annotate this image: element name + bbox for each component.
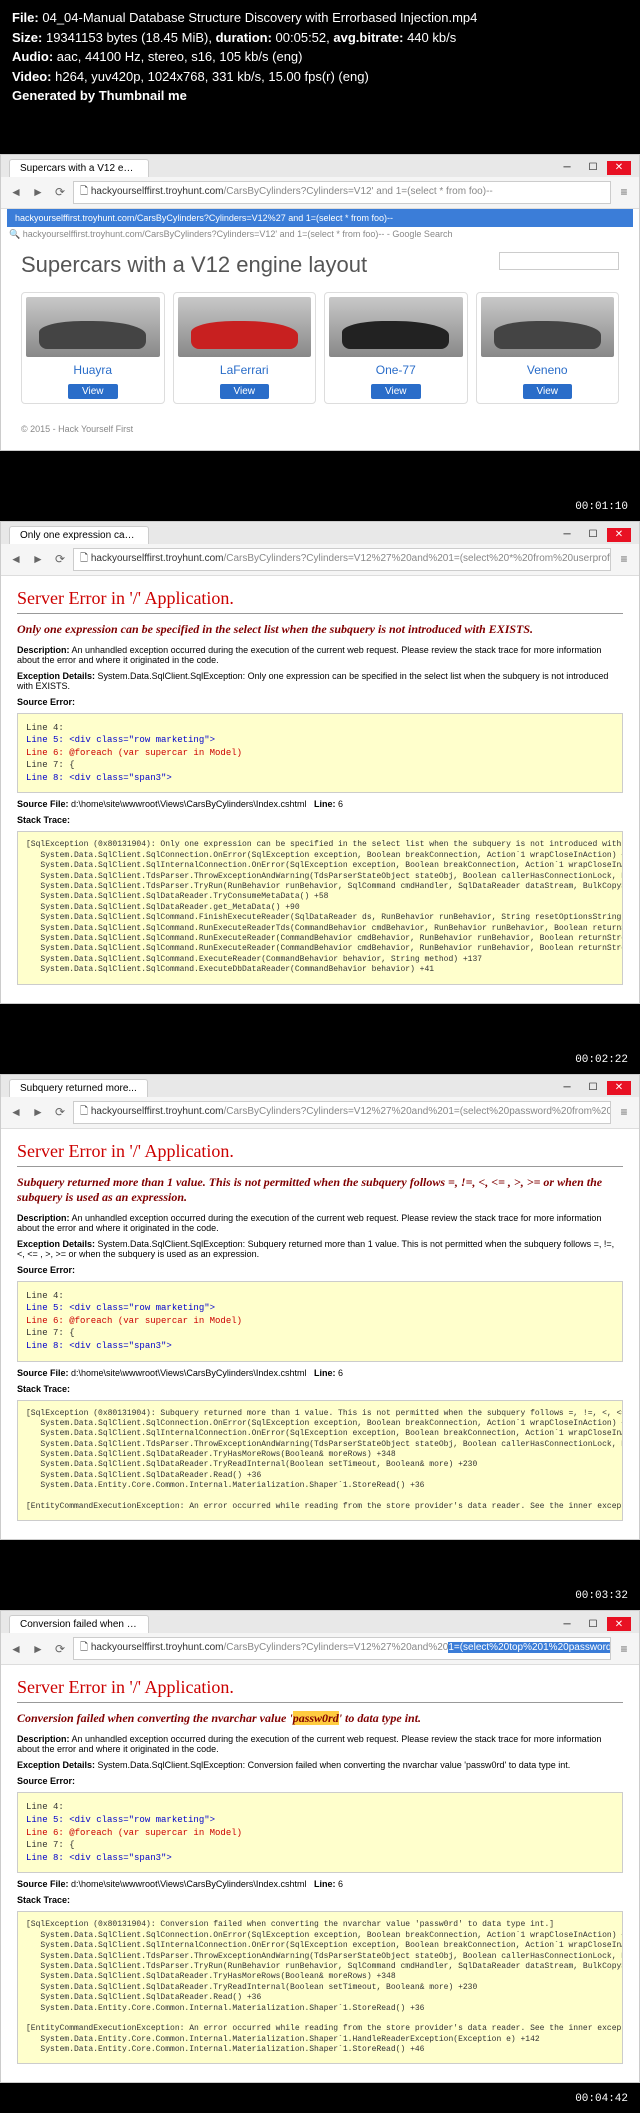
video-metadata: File: 04_04-Manual Database Structure Di…: [0, 0, 640, 114]
car-card: Huayra View: [21, 292, 165, 404]
car-image: [329, 297, 463, 357]
page-footer: © 2015 - Hack Yourself First: [21, 424, 619, 434]
minimize-icon[interactable]: ─: [555, 528, 579, 542]
error-subtitle: Conversion failed when converting the nv…: [17, 1711, 623, 1726]
car-name: LaFerrari: [178, 363, 312, 377]
page-content: Supercars with a V12 engine layout Huayr…: [1, 242, 639, 450]
browser-frame-2: Only one expression can... ─☐✕ ◄►⟳ 🗋 hac…: [0, 521, 640, 1004]
view-button[interactable]: View: [371, 384, 421, 399]
minimize-icon[interactable]: ─: [555, 1617, 579, 1631]
timestamp: 00:04:42: [575, 2093, 628, 2105]
error-title: Server Error in '/' Application.: [17, 588, 623, 614]
view-button[interactable]: View: [68, 384, 118, 399]
address-bar: ◄ ► ⟳ 🗋 hackyourselffirst.troyhunt.com/C…: [1, 177, 639, 209]
car-image: [481, 297, 615, 357]
browser-frame-1: Supercars with a V12 eng... ─ ☐ ✕ ◄ ► ⟳ …: [0, 154, 640, 451]
close-icon[interactable]: ✕: [607, 528, 631, 542]
back-icon[interactable]: ◄: [7, 550, 25, 568]
browser-tab[interactable]: Subquery returned more...: [9, 1079, 148, 1097]
forward-icon[interactable]: ►: [29, 550, 47, 568]
stack-trace: [SqlException (0x80131904): Conversion f…: [17, 1911, 623, 2064]
car-card: LaFerrari View: [173, 292, 317, 404]
error-subtitle: Only one expression can be specified in …: [17, 622, 623, 637]
maximize-icon[interactable]: ☐: [581, 1617, 605, 1631]
source-code: Line 4: Line 5: <div class="row marketin…: [17, 1792, 623, 1873]
menu-icon[interactable]: ≡: [615, 183, 633, 201]
error-page: Server Error in '/' Application. Convers…: [1, 1665, 639, 2082]
menu-icon[interactable]: ≡: [615, 550, 633, 568]
car-image: [26, 297, 160, 357]
back-icon[interactable]: ◄: [7, 1103, 25, 1121]
search-input[interactable]: [499, 252, 619, 270]
reload-icon[interactable]: ⟳: [51, 1103, 69, 1121]
source-code: Line 4: Line 5: <div class="row marketin…: [17, 1281, 623, 1362]
stack-trace: [SqlException (0x80131904): Subquery ret…: [17, 1400, 623, 1522]
view-button[interactable]: View: [523, 384, 573, 399]
maximize-icon[interactable]: ☐: [581, 1081, 605, 1095]
menu-icon[interactable]: ≡: [615, 1640, 633, 1658]
browser-tab[interactable]: Only one expression can...: [9, 526, 149, 544]
browser-tab[interactable]: Supercars with a V12 eng...: [9, 159, 149, 177]
forward-icon[interactable]: ►: [29, 1103, 47, 1121]
maximize-icon[interactable]: ☐: [581, 528, 605, 542]
url-input[interactable]: 🗋 hackyourselffirst.troyhunt.com/CarsByC…: [73, 1101, 611, 1124]
timestamp: 00:03:32: [575, 1590, 628, 1602]
car-name: One-77: [329, 363, 463, 377]
maximize-icon[interactable]: ☐: [581, 161, 605, 175]
timestamp: 00:01:10: [575, 501, 628, 513]
error-page: Server Error in '/' Application. Subquer…: [1, 1129, 639, 1540]
url-input[interactable]: 🗋 hackyourselffirst.troyhunt.com/CarsByC…: [73, 181, 611, 204]
car-card: Veneno View: [476, 292, 620, 404]
back-icon[interactable]: ◄: [7, 183, 25, 201]
timestamp: 00:02:22: [575, 1054, 628, 1066]
browser-frame-4: Conversion failed when c... ─☐✕ ◄►⟳ 🗋 ha…: [0, 1610, 640, 2083]
error-title: Server Error in '/' Application.: [17, 1677, 623, 1703]
forward-icon[interactable]: ►: [29, 1640, 47, 1658]
car-name: Veneno: [481, 363, 615, 377]
stack-trace: [SqlException (0x80131904): Only one exp…: [17, 831, 623, 984]
minimize-icon[interactable]: ─: [555, 1081, 579, 1095]
url-suggestion[interactable]: hackyourselffirst.troyhunt.com/CarsByCyl…: [7, 209, 633, 227]
menu-icon[interactable]: ≡: [615, 1103, 633, 1121]
reload-icon[interactable]: ⟳: [51, 550, 69, 568]
browser-tab[interactable]: Conversion failed when c...: [9, 1615, 149, 1633]
forward-icon[interactable]: ►: [29, 183, 47, 201]
search-suggestion[interactable]: 🔍 hackyourselffirst.troyhunt.com/CarsByC…: [1, 227, 639, 242]
window-controls: ─ ☐ ✕: [555, 161, 631, 175]
error-page: Server Error in '/' Application. Only on…: [1, 576, 639, 1003]
car-card: One-77 View: [324, 292, 468, 404]
close-icon[interactable]: ✕: [607, 1081, 631, 1095]
view-button[interactable]: View: [220, 384, 270, 399]
error-subtitle: Subquery returned more than 1 value. Thi…: [17, 1175, 623, 1205]
back-icon[interactable]: ◄: [7, 1640, 25, 1658]
url-input[interactable]: 🗋 hackyourselffirst.troyhunt.com/CarsByC…: [73, 548, 611, 571]
source-code: Line 4: Line 5: <div class="row marketin…: [17, 713, 623, 794]
url-input[interactable]: 🗋 hackyourselffirst.troyhunt.com/CarsByC…: [73, 1637, 611, 1660]
minimize-icon[interactable]: ─: [555, 161, 579, 175]
car-grid: Huayra View LaFerrari View One-77 View V…: [21, 292, 619, 404]
close-icon[interactable]: ✕: [607, 161, 631, 175]
reload-icon[interactable]: ⟳: [51, 1640, 69, 1658]
error-title: Server Error in '/' Application.: [17, 1141, 623, 1167]
car-name: Huayra: [26, 363, 160, 377]
car-image: [178, 297, 312, 357]
reload-icon[interactable]: ⟳: [51, 183, 69, 201]
tab-bar: Supercars with a V12 eng... ─ ☐ ✕: [1, 155, 639, 177]
browser-frame-3: Subquery returned more... ─☐✕ ◄►⟳ 🗋 hack…: [0, 1074, 640, 1541]
close-icon[interactable]: ✕: [607, 1617, 631, 1631]
